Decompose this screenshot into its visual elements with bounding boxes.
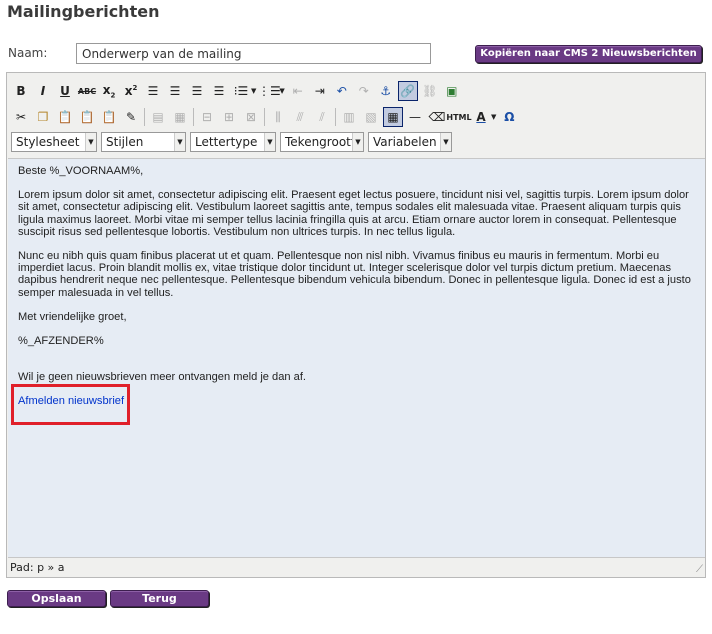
split-cells-icon[interactable]: ▧ [361,107,381,127]
chevron-down-icon[interactable]: ▼ [491,113,496,121]
bullet-list-icon[interactable]: ⁝☰ [231,81,251,101]
select-label: Stijlen [106,135,144,149]
highlight-annotation [11,384,130,425]
unsubscribe-text: Wil je geen nieuwsbrieven meer ontvangen… [18,371,306,384]
redo-icon[interactable]: ↷ [354,81,374,101]
remove-format-icon[interactable]: ⌫ [427,107,447,127]
toolbar-divider [144,108,145,126]
naam-label: Naam: [8,46,48,60]
paste-icon[interactable]: 📋 [55,107,75,127]
align-justify-icon[interactable]: ☰ [209,81,229,101]
align-right-icon[interactable]: ☰ [187,81,207,101]
strikethrough-icon[interactable]: ABC [77,81,97,101]
select-label: Lettertype [195,135,258,149]
underline-icon[interactable]: U [55,81,75,101]
resize-grip-icon[interactable]: ⟋ [696,564,703,575]
table-props-icon[interactable]: ▤ [148,107,168,127]
editor-content[interactable]: Beste %_VOORNAAM%, Lorem ipsum dolor sit… [8,158,705,558]
outdent-icon[interactable]: ⇤ [288,81,308,101]
merge-cells-icon[interactable]: ▥ [339,107,359,127]
row-props-icon[interactable]: ⊟ [197,107,217,127]
delete-col-icon[interactable]: ⫽ [312,107,332,127]
chevron-down-icon: ▼ [440,133,451,151]
chevron-down-icon[interactable]: ▼ [279,87,284,95]
greeting-text: Beste %_VOORNAAM%, [18,165,144,177]
html-source-icon[interactable]: HTML [446,107,471,127]
paste-word-icon[interactable]: 📋 [99,107,119,127]
anchor-icon[interactable]: ⚓ [376,81,396,101]
select-label: Variabelen [373,135,437,149]
toolbar-divider [264,108,265,126]
toolbar-row-2: ✂ ❐ 📋 📋 📋 ✎ ▤ ▦ ⊟ ⊞ ⊠ ⫼ ⫻ ⫽ ▥ ▧ ▦ — ⌫ HT… [11,106,521,128]
image-icon[interactable]: ▣ [442,81,462,101]
toolbar-divider [335,108,336,126]
body-paragraph: Lorem ipsum dolor sit amet, consectetur … [18,189,689,238]
cut-icon[interactable]: ✂ [11,107,31,127]
link-icon[interactable]: 🔗 [397,81,418,101]
page-title: Mailingberichten [7,2,160,21]
cleanup-icon[interactable]: ✎ [121,107,141,127]
bold-icon[interactable]: B [11,81,31,101]
paste-text-icon[interactable]: 📋 [77,107,97,127]
back-button[interactable]: Terug [110,590,209,607]
italic-icon[interactable]: I [33,81,53,101]
text-color-icon[interactable]: A [471,107,491,127]
insert-row-icon[interactable]: ⊞ [219,107,239,127]
toolbar-row-1: B I U ABC x2 x2 ☰ ☰ ☰ ☰ ⁝☰ ▼ ⋮☰ ▼ ⇤ ⇥ ↶ … [11,80,464,102]
styles-select[interactable]: Stijlen ▼ [101,132,186,152]
body-paragraph: Nunc eu nibh quis quam finibus placerat … [18,250,691,299]
insert-table-icon[interactable]: ▦ [383,107,403,127]
superscript-icon[interactable]: x2 [121,81,141,101]
special-char-icon[interactable]: Ω [499,107,519,127]
chevron-down-icon[interactable]: ▼ [251,87,256,95]
copy-icon[interactable]: ❐ [33,107,53,127]
indent-icon[interactable]: ⇥ [310,81,330,101]
horizontal-rule-icon[interactable]: — [405,107,425,127]
copy-to-cms-button[interactable]: Kopiëren naar CMS 2 Nieuwsberichten [475,45,702,63]
variables-select[interactable]: Variabelen ▼ [368,132,452,152]
closing-text: Met vriendelijke groet, [18,310,127,323]
delete-row-icon[interactable]: ⊠ [241,107,261,127]
stylesheet-select[interactable]: Stylesheet ▼ [11,132,97,152]
col-props-icon[interactable]: ⫼ [268,107,288,127]
element-path: Pad: p » a [10,561,65,574]
select-label: Stylesheet [16,135,80,149]
chevron-down-icon: ▼ [264,133,275,151]
rich-text-editor: B I U ABC x2 x2 ☰ ☰ ☰ ☰ ⁝☰ ▼ ⋮☰ ▼ ⇤ ⇥ ↶ … [6,72,706,578]
unlink-icon[interactable]: ⛓ [420,81,440,101]
chevron-down-icon: ▼ [174,133,185,151]
save-button[interactable]: Opslaan [7,590,106,607]
numbered-list-icon[interactable]: ⋮☰ [258,81,281,101]
insert-col-icon[interactable]: ⫻ [290,107,310,127]
delete-table-icon[interactable]: ▦ [170,107,190,127]
font-select[interactable]: Lettertype ▼ [190,132,276,152]
subscript-icon[interactable]: x2 [99,81,119,101]
sender-placeholder: %_AFZENDER% [18,335,104,348]
toolbar-divider [193,108,194,126]
naam-input[interactable] [76,43,431,64]
chevron-down-icon: ▼ [352,133,363,151]
font-size-select[interactable]: Tekengrootte ▼ [280,132,364,152]
toolbar-row-3: Stylesheet ▼ Stijlen ▼ Lettertype ▼ Teke… [11,131,456,153]
undo-icon[interactable]: ↶ [332,81,352,101]
align-left-icon[interactable]: ☰ [143,81,163,101]
chevron-down-icon: ▼ [85,133,96,151]
align-center-icon[interactable]: ☰ [165,81,185,101]
